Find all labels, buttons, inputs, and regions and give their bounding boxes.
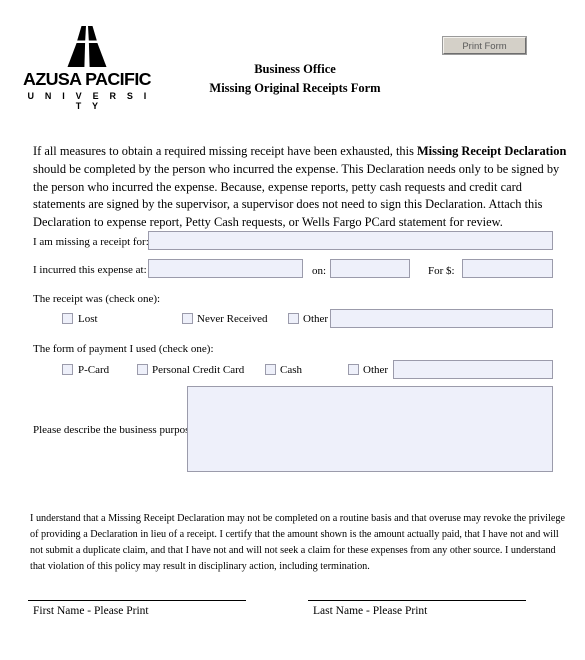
azusa-pacific-a-monogram-icon <box>57 26 117 68</box>
checkbox-payment-other-label: Other <box>363 364 389 376</box>
intro-text-bold: Missing Receipt Declaration <box>416 144 567 159</box>
page-title-line2: Missing Original Receipts Form <box>209 81 381 96</box>
business-purpose-textarea[interactable] <box>187 386 553 472</box>
missing-receipt-input[interactable] <box>148 231 553 250</box>
checkbox-receipt-other[interactable] <box>288 313 299 324</box>
missing-receipt-label: I am missing a receipt for: <box>33 236 149 248</box>
checkbox-never-received-label: Never Received <box>197 313 268 325</box>
intro-text-before: If all measures to obtain a required mis… <box>33 144 417 159</box>
form-header: AZUSA PACIFIC U N I V E R S I T Y Busine… <box>0 0 585 120</box>
logo-wordmark: AZUSA PACIFIC <box>23 69 152 89</box>
checkbox-never-received[interactable] <box>182 313 193 324</box>
amount-input[interactable] <box>462 259 553 278</box>
last-name-signature-line <box>308 600 526 601</box>
date-input[interactable] <box>330 259 410 278</box>
logo-sub-wordmark: U N I V E R S I T Y <box>27 91 151 112</box>
checkbox-receipt-other-label: Other <box>303 313 329 325</box>
last-name-caption: Last Name - Please Print <box>313 605 428 617</box>
business-purpose-label: Please describe the business purpose: <box>33 424 198 436</box>
checkbox-personal-credit-card[interactable] <box>137 364 148 375</box>
receipt-other-input[interactable] <box>330 309 553 328</box>
azusa-pacific-logo: AZUSA PACIFIC U N I V E R S I T Y <box>22 26 152 111</box>
disclaimer-paragraph: I understand that a Missing Receipt Decl… <box>30 513 565 572</box>
first-name-caption: First Name - Please Print <box>33 605 149 617</box>
amount-label: For $: <box>428 265 455 277</box>
page-title-line1: Business Office <box>254 62 336 76</box>
intro-text-after: should be completed by the person who in… <box>33 162 560 229</box>
payment-form-group-label: The form of payment I used (check one): <box>33 343 214 355</box>
incurred-at-label: I incurred this expense at: <box>33 264 147 276</box>
checkbox-cash-label: Cash <box>280 364 302 376</box>
checkbox-pcard[interactable] <box>62 364 73 375</box>
date-label: on: <box>312 265 327 277</box>
payment-other-input[interactable] <box>393 360 553 379</box>
checkbox-personal-credit-card-label: Personal Credit Card <box>152 364 245 376</box>
receipt-status-group-label: The receipt was (check one): <box>33 293 161 305</box>
incurred-at-input[interactable] <box>148 259 303 278</box>
intro-paragraph: If all measures to obtain a required mis… <box>33 143 571 231</box>
checkbox-lost-label: Lost <box>78 313 98 325</box>
checkbox-cash[interactable] <box>265 364 276 375</box>
first-name-signature-line <box>28 600 246 601</box>
checkbox-payment-other[interactable] <box>348 364 359 375</box>
checkbox-lost[interactable] <box>62 313 73 324</box>
print-form-button[interactable]: Print Form <box>442 36 527 55</box>
checkbox-pcard-label: P-Card <box>78 364 110 376</box>
page-title: Business Office Missing Original Receipt… <box>160 60 430 99</box>
